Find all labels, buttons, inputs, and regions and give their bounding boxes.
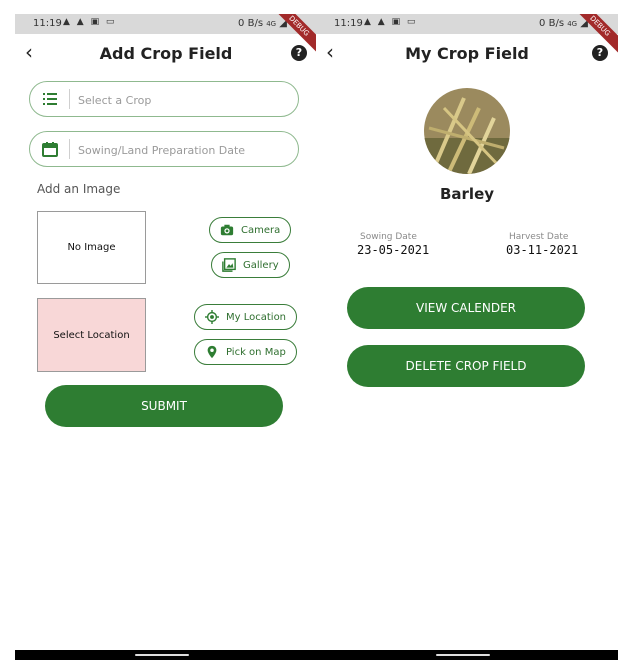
add-crop-field-screen: 11:19 ▲ ▲ ▣ ▭ 0 B/s 4G ◢ DEBUG ‹ Add Cro… [15,14,317,660]
sowing-date-input[interactable] [76,138,290,162]
home-indicator[interactable] [436,654,490,656]
sowing-date-value: 23-05-2021 [357,243,430,257]
status-bar: 11:19 ▲ ▲ ▣ ▭ 0 B/s 4G ◢ DEBUG [316,14,618,59]
harvest-date-value: 03-11-2021 [506,243,579,257]
view-calendar-button[interactable]: VIEW CALENDER [347,287,585,329]
image-preview: No Image [37,211,146,284]
help-icon[interactable]: ? [291,45,307,61]
view-calendar-label: VIEW CALENDER [415,301,516,315]
app-bar: ‹ My Crop Field ? [316,34,618,74]
notification-icons: ▲ ▲ ▣ ▭ [364,17,418,27]
select-location-text: Select Location [53,329,130,341]
select-crop-input[interactable] [76,88,290,112]
submit-label: SUBMIT [141,399,187,413]
map-pin-icon [207,345,217,359]
help-icon[interactable]: ? [592,45,608,61]
field-divider [69,139,70,159]
field-divider [69,89,70,109]
page-title: My Crop Field [405,44,529,63]
my-location-icon [205,310,219,324]
status-right: 0 B/s 4G ◢ [539,18,588,29]
crop-image [424,88,510,174]
my-crop-field-screen: 11:19 ▲ ▲ ▣ ▭ 0 B/s 4G ◢ DEBUG ‹ My Crop… [316,14,618,660]
my-location-button[interactable]: My Location [194,304,298,330]
submit-button[interactable]: SUBMIT [45,385,283,427]
harvest-date-label: Harvest Date [509,232,569,242]
delete-crop-field-label: DELETE CROP FIELD [405,359,527,373]
status-time: 11:19 [334,18,363,29]
camera-icon [220,224,234,236]
list-icon [43,93,57,105]
navigation-bar [316,650,618,660]
home-indicator[interactable] [135,654,189,656]
calendar-icon [42,142,58,157]
notification-icons: ▲ ▲ ▣ ▭ [63,17,117,27]
sowing-date-field[interactable] [29,131,299,167]
camera-button[interactable]: Camera [209,217,292,243]
navigation-bar [15,650,317,660]
net-speed: 0 B/s [238,18,264,29]
gallery-button[interactable]: Gallery [211,252,290,278]
no-image-text: No Image [67,242,116,253]
net-speed: 0 B/s [539,18,565,29]
location-preview[interactable]: Select Location [37,298,146,372]
my-location-label: My Location [226,311,287,323]
camera-label: Camera [241,224,281,236]
delete-crop-field-button[interactable]: DELETE CROP FIELD [347,345,585,387]
network-type: 4G [266,20,277,28]
barley-photo [424,88,510,174]
gallery-label: Gallery [243,259,279,271]
status-bar: 11:19 ▲ ▲ ▣ ▭ 0 B/s 4G ◢ DEBUG [15,14,317,59]
page-title: Add Crop Field [99,44,233,63]
add-image-label: Add an Image [37,182,121,196]
status-right: 0 B/s 4G ◢ [238,18,287,29]
gallery-icon [222,258,236,272]
sowing-date-label: Sowing Date [360,232,417,242]
crop-name: Barley [439,185,495,203]
app-bar: ‹ Add Crop Field ? [15,34,317,74]
select-crop-field[interactable] [29,81,299,117]
pick-on-map-label: Pick on Map [226,346,286,358]
status-time: 11:19 [33,18,62,29]
network-type: 4G [567,20,578,28]
pick-on-map-button[interactable]: Pick on Map [194,339,297,365]
